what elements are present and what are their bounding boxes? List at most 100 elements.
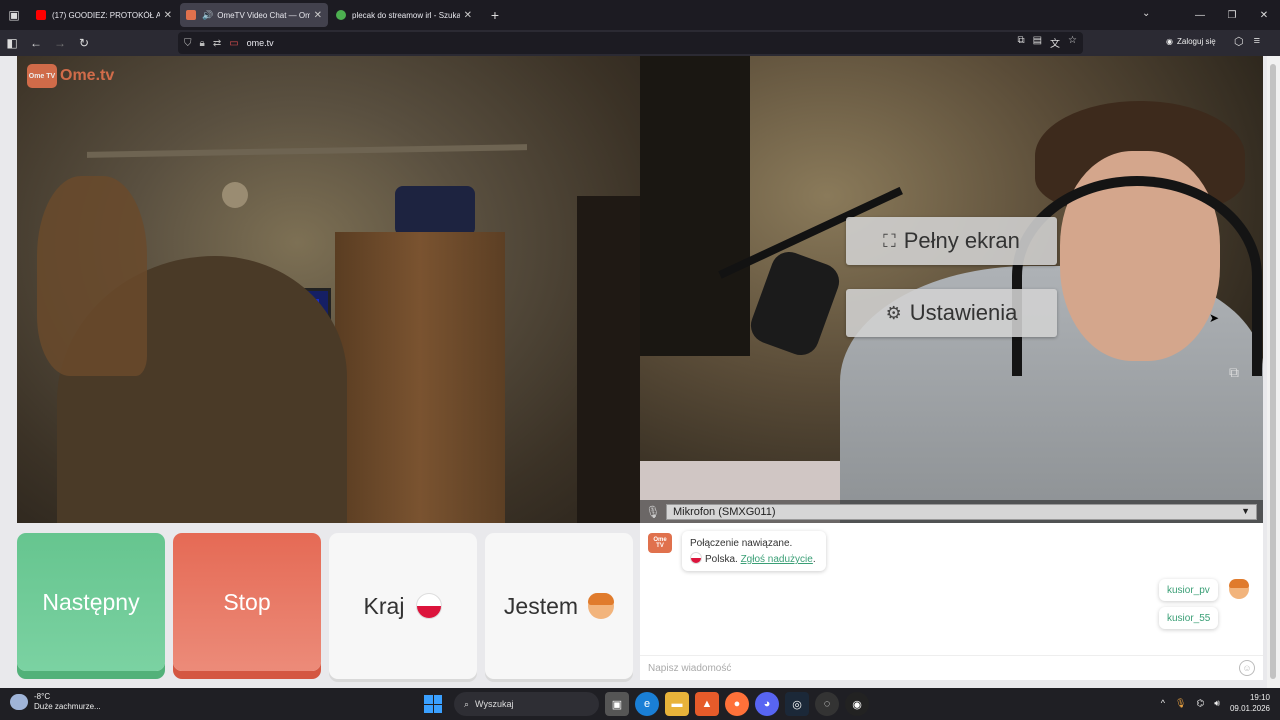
temperature: -8°C — [34, 692, 51, 701]
system-tray: ^ 🎙︎ ⌬ 🔊︎ 19:10 09.01.2026 — [1161, 692, 1270, 714]
chevron-up-icon[interactable]: ^ — [1161, 698, 1165, 708]
close-window-icon[interactable]: ✕ — [1248, 10, 1280, 21]
next-button[interactable]: Następny — [17, 533, 165, 671]
ometv-favicon-icon — [186, 10, 196, 20]
ometv-page: Ome TV Ome.tv ⛶ Pełny ekran ⚙ Ustawienia… — [0, 56, 1280, 688]
system-message: Połączenie nawiązane. Polska. Zgłoś nadu… — [682, 531, 826, 571]
microphone-bar: 🎙︎ Mikrofon (SMXG011) ▼ — [640, 500, 1263, 523]
network-icon[interactable]: ⌬ — [1196, 698, 1204, 709]
speaker-icon[interactable]: 🔊 — [202, 10, 213, 21]
microphone-selected: Mikrofon (SMXG011) — [673, 505, 776, 518]
country-button[interactable]: Kraj — [329, 533, 477, 679]
reader-icon[interactable]: ▤ — [1033, 35, 1042, 50]
shelf — [640, 56, 750, 356]
new-tab-button[interactable]: + — [484, 7, 506, 23]
page-scrollbar[interactable] — [1267, 56, 1280, 688]
tab-youtube[interactable]: (17) GOODIEZ: PROTOKÓŁ ALIS ✕ — [30, 3, 178, 27]
permissions-icon[interactable]: ⇄ — [213, 38, 221, 49]
menu-icon[interactable]: ≡ — [1254, 35, 1260, 48]
extensions-icon[interactable]: ⬡ — [1234, 35, 1244, 48]
translate-icon[interactable]: 文 — [1050, 35, 1060, 50]
microphone-select[interactable]: Mikrofon (SMXG011) ▼ — [666, 503, 1257, 520]
close-tab-icon[interactable]: ✕ — [164, 10, 172, 21]
cloud-icon — [10, 694, 28, 710]
mouse-cursor-icon: ➤ — [1209, 311, 1220, 325]
window-controls: — ❐ ✕ — [1184, 0, 1280, 30]
close-tab-icon[interactable]: ✕ — [464, 10, 472, 21]
volume-icon[interactable]: 🔊︎ — [1214, 698, 1220, 709]
poland-flag-icon — [690, 552, 702, 564]
login-label: Zaloguj się — [1176, 37, 1216, 46]
chat-message: kusior_55 — [1159, 607, 1219, 629]
fullscreen-button[interactable]: ⛶ Pełny ekran — [846, 217, 1057, 265]
close-tab-icon[interactable]: ✕ — [314, 10, 322, 21]
search-label: Wyszukaj — [475, 699, 514, 709]
system-period: . — [812, 554, 816, 565]
wall-clock — [222, 182, 248, 208]
url-text: ome.tv — [246, 38, 274, 48]
task-view-icon[interactable]: ▣ — [605, 692, 629, 716]
windows-start-icon[interactable] — [424, 695, 442, 713]
url-bar[interactable]: ⛉ 🔒︎ ⇄ ▭ ome.tv ⧉ ▤ 文 ☆ — [178, 32, 1083, 54]
boy-avatar-icon — [588, 593, 615, 619]
edge-icon[interactable]: e — [635, 692, 659, 716]
camera-icon[interactable]: ▭ — [229, 38, 238, 49]
sidebar-icon[interactable]: ◧ — [0, 36, 24, 50]
bag — [395, 186, 475, 236]
search-icon: ⌕ — [464, 698, 470, 709]
file-explorer-icon[interactable]: ▬ — [665, 692, 689, 716]
taskbar-search[interactable]: ⌕ Wyszukaj — [454, 692, 599, 716]
discord-icon[interactable]: ◕ — [755, 692, 779, 716]
forward-icon[interactable]: → — [48, 36, 72, 50]
login-button[interactable]: ◉ Zaloguj się — [1166, 37, 1216, 46]
stop-button[interactable]: Stop — [173, 533, 321, 671]
partner-country: Polska. — [705, 554, 738, 565]
chat-message: kusior_pv — [1159, 579, 1218, 601]
taskbar: -8°C Duże zachmurze... ⌕ Wyszukaj ▣ e ▬ … — [0, 688, 1280, 720]
date: 09.01.2026 — [1229, 704, 1270, 713]
back-icon[interactable]: ← — [24, 36, 48, 50]
country-label: Kraj — [363, 592, 405, 619]
weather-description: Duże zachmurze... — [34, 702, 101, 711]
picture-in-picture-icon[interactable]: ⧉ — [1017, 35, 1024, 50]
fullscreen-icon: ⛶ — [883, 230, 896, 251]
emoji-icon[interactable]: ☺ — [1239, 660, 1255, 676]
report-abuse-link[interactable]: Zgłoś nadużycie — [741, 554, 813, 565]
shield-icon[interactable]: ⛉ — [184, 38, 192, 49]
chevron-down-icon[interactable]: ⌄ — [1142, 8, 1150, 19]
message-input[interactable]: Napisz wiadomość ☺ — [640, 655, 1263, 680]
google-icon — [336, 10, 346, 20]
weather-widget[interactable]: -8°C Duże zachmurze... — [10, 692, 101, 712]
firefox-icon[interactable]: ● — [725, 692, 749, 716]
minimize-icon[interactable]: — — [1184, 10, 1216, 21]
settings-button[interactable]: ⚙ Ustawienia — [846, 289, 1057, 337]
maximize-icon[interactable]: ❐ — [1216, 10, 1248, 21]
navigation-bar: ◧ ← → ↻ ⛉ 🔒︎ ⇄ ▭ ome.tv ⧉ ▤ 文 ☆ ◉ Zalogu… — [0, 30, 1280, 56]
account-icon: ◉ — [1166, 37, 1173, 46]
vlc-icon[interactable]: ▲ — [695, 692, 719, 716]
microphone-tray-icon[interactable]: 🎙︎ — [1175, 698, 1186, 709]
wardrobe — [335, 232, 505, 523]
stop-label: Stop — [223, 588, 271, 615]
pip-icon[interactable]: ⧉ — [1229, 364, 1239, 381]
door — [577, 196, 640, 523]
reload-icon[interactable]: ↻ — [72, 36, 96, 50]
app-icon[interactable]: ◌ — [815, 692, 839, 716]
clock[interactable]: 19:10 09.01.2026 — [1230, 692, 1270, 714]
gender-button[interactable]: Jestem — [485, 533, 633, 679]
ometv-chat-logo-icon: Ome TV — [648, 533, 672, 553]
gender-label: Jestem — [503, 592, 579, 619]
bookmark-star-icon[interactable]: ☆ — [1068, 35, 1077, 50]
next-label: Następny — [42, 588, 140, 615]
steam-icon[interactable]: ◎ — [785, 692, 809, 716]
tab-search[interactable]: plecak do streamow irl - Szukaj ✕ — [330, 3, 478, 27]
tab-ometv[interactable]: 🔊 OmeTV Video Chat — Ome ✕ — [180, 3, 328, 27]
own-video: ⛶ Pełny ekran ⚙ Ustawienia ⧉ ➤ — [640, 56, 1263, 523]
tab-list-icon[interactable]: ▣ — [0, 0, 28, 30]
browser-tab-bar: ▣ (17) GOODIEZ: PROTOKÓŁ ALIS ✕ 🔊 OmeTV … — [0, 0, 1280, 30]
gear-icon: ⚙ — [885, 302, 902, 323]
tab-title: plecak do streamow irl - Szukaj — [352, 10, 460, 20]
microphone — [745, 246, 845, 361]
lock-icon[interactable]: 🔒︎ — [200, 38, 205, 49]
obs-icon[interactable]: ◉ — [845, 692, 869, 716]
